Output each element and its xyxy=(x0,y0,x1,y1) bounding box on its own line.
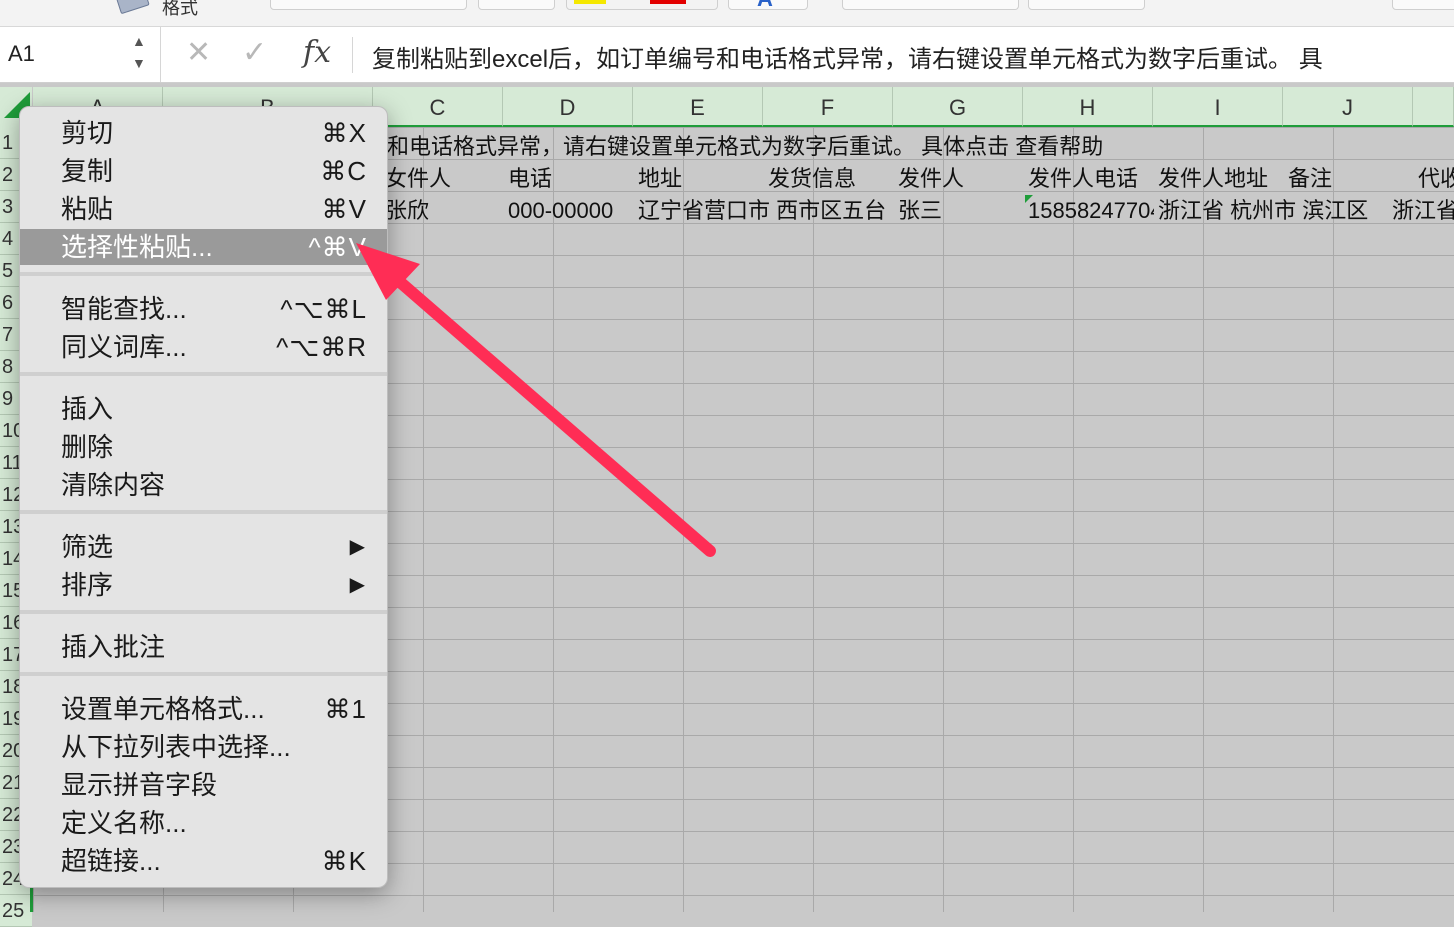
annotation-arrow xyxy=(356,243,716,557)
arrow-shaft xyxy=(394,276,716,557)
